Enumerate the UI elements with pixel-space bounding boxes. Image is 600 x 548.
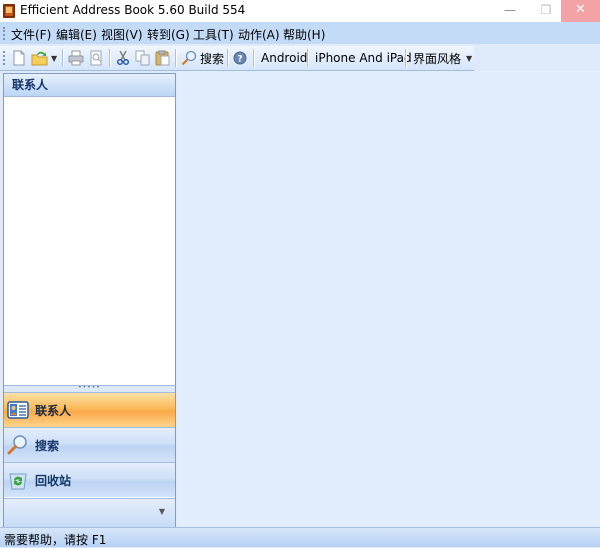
open-dropdown-arrow[interactable]: ▼ (51, 54, 57, 63)
paste-icon (155, 50, 170, 66)
print-icon (68, 50, 84, 66)
new-icon (13, 50, 25, 66)
nav-contacts[interactable]: 联系人 (4, 392, 175, 427)
status-bar: 需要帮助，请按 F1 (0, 527, 600, 547)
copy-icon (135, 50, 150, 66)
iphone-button-label: iPhone And iPad (315, 51, 412, 65)
menu-help[interactable]: 帮助(H) (283, 26, 325, 43)
svg-text:?: ? (237, 55, 242, 65)
search-button[interactable]: 搜索 (181, 49, 224, 67)
toolbar-separator (405, 49, 407, 67)
maximize-button[interactable]: ❐ (528, 0, 564, 22)
contact-card-icon (7, 401, 29, 419)
cut-button[interactable] (116, 49, 130, 67)
close-button[interactable]: ✕ (561, 0, 600, 22)
open-button[interactable]: ▼ (31, 49, 57, 67)
toolbar-separator (62, 49, 64, 67)
configure-buttons-chevron-icon[interactable]: ▼ (159, 507, 165, 516)
toolbar-separator (227, 49, 229, 67)
nav-search-label: 搜索 (35, 438, 60, 453)
menu-tools[interactable]: 工具(T) (193, 26, 234, 43)
magnifier-icon (7, 435, 27, 455)
toolbar-separator (109, 49, 111, 67)
nav-contacts-label: 联系人 (35, 403, 72, 418)
skin-style-dropdown[interactable]: 界面风格 ▼ (413, 49, 472, 67)
toolbar-separator (253, 49, 255, 67)
nav-search[interactable]: 搜索 (4, 427, 175, 462)
android-button[interactable]: Android (261, 49, 307, 67)
contact-folder-list[interactable] (4, 97, 175, 385)
menu-goto[interactable]: 转到(G) (147, 26, 190, 43)
main-content-area (178, 71, 600, 526)
android-button-label: Android (261, 51, 308, 65)
menu-action[interactable]: 动作(A) (238, 26, 280, 43)
nav-overflow-bar[interactable]: ▼ (4, 498, 175, 527)
toolbar: ▼ 搜索 ? Android iPhone And iPad 界面风格 ▼ (0, 46, 474, 71)
cut-icon (116, 50, 130, 66)
help-button[interactable]: ? (233, 49, 247, 67)
copy-button[interactable] (135, 49, 151, 67)
help-icon: ? (233, 51, 247, 65)
print-button[interactable] (68, 49, 84, 67)
toolbar-separator (175, 49, 177, 67)
nav-recycle-bin-label: 回收站 (35, 473, 72, 488)
print-preview-button[interactable] (89, 49, 103, 67)
status-text: 需要帮助，请按 F1 (4, 533, 107, 547)
new-button[interactable] (12, 49, 26, 67)
menu-file[interactable]: 文件(F) (11, 26, 51, 43)
open-icon (31, 51, 48, 66)
window-title: Efficient Address Book 5.60 Build 554 (20, 3, 246, 17)
recycle-bin-icon (9, 473, 27, 490)
navigation-pane: 联系人 ••••• 联系人 搜索 回收站 ▼ (3, 73, 176, 527)
menu-bar: 文件(F) 编辑(E) 视图(V) 转到(G) 工具(T) 动作(A) 帮助(H… (0, 22, 600, 44)
search-button-label: 搜索 (200, 51, 225, 66)
print-preview-icon (90, 50, 102, 66)
app-book-icon (3, 4, 15, 18)
search-icon (181, 50, 197, 66)
toolbar-grip[interactable] (3, 51, 7, 65)
iphone-ipad-button[interactable]: iPhone And iPad (315, 49, 412, 67)
skin-style-label: 界面风格 (413, 51, 462, 66)
title-bar: Efficient Address Book 5.60 Build 554 — … (0, 0, 600, 22)
menu-edit[interactable]: 编辑(E) (56, 26, 97, 43)
menu-view[interactable]: 视图(V) (101, 26, 143, 43)
toolbar-separator (307, 49, 309, 67)
paste-button[interactable] (155, 49, 171, 67)
minimize-button[interactable]: — (492, 0, 528, 22)
chevron-down-icon: ▼ (466, 53, 473, 63)
pane-header: 联系人 (4, 74, 175, 97)
nav-recycle-bin[interactable]: 回收站 (4, 462, 175, 497)
menubar-grip[interactable] (3, 27, 7, 40)
